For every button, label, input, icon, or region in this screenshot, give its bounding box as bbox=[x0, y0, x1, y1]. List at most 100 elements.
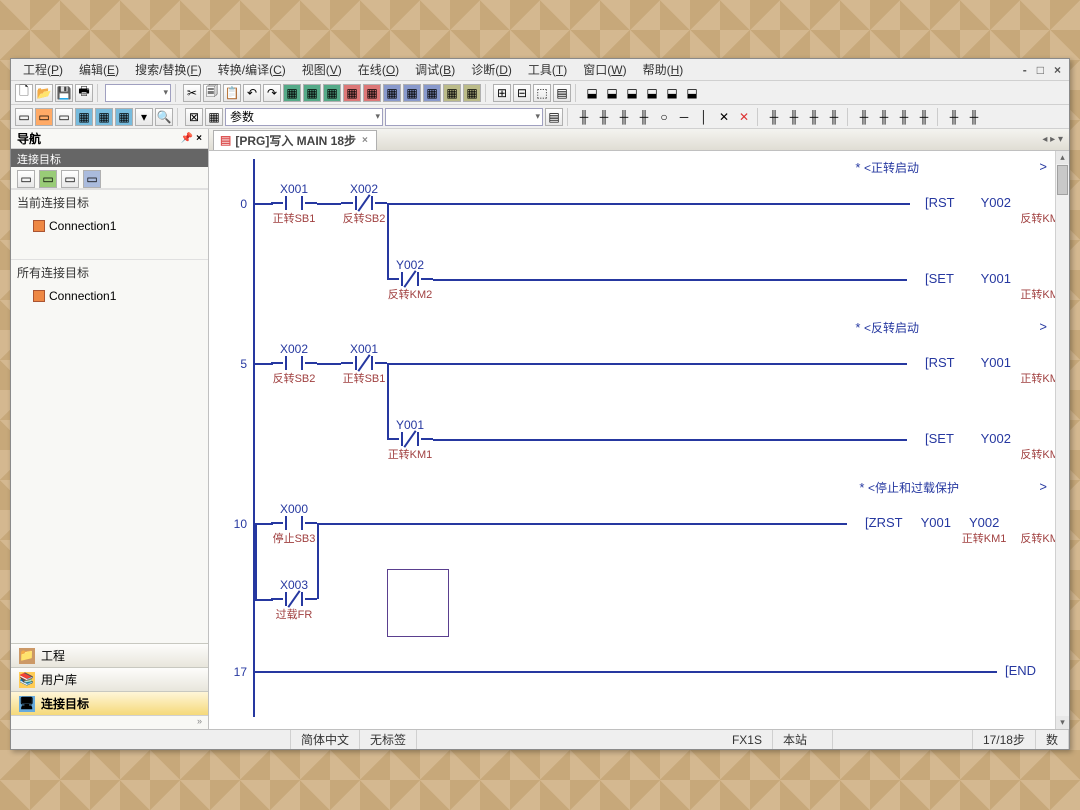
nav-item-connection-current[interactable]: Connection1 bbox=[11, 215, 208, 237]
t2-d-icon[interactable]: ▦ bbox=[75, 108, 93, 126]
open-icon[interactable]: 📂 bbox=[35, 84, 53, 102]
tb-q-icon[interactable]: ⬓ bbox=[623, 84, 641, 102]
undo-icon[interactable]: ↶ bbox=[243, 84, 261, 102]
ladder-editor[interactable]: * <正转启动 > 0 X001 正转SB1 X002 反转SB2 bbox=[209, 151, 1069, 729]
new-icon[interactable]: 🗋 bbox=[15, 84, 33, 102]
tb-c-icon[interactable]: ▦ bbox=[323, 84, 341, 102]
print-icon[interactable]: 🖶 bbox=[75, 84, 93, 102]
tb-a-icon[interactable]: ▦ bbox=[283, 84, 301, 102]
tb-n-icon[interactable]: ▤ bbox=[553, 84, 571, 102]
tb-k-icon[interactable]: ⊞ bbox=[493, 84, 511, 102]
minimize-icon[interactable]: - bbox=[1019, 63, 1031, 77]
contact-x001-nc[interactable]: X001 正转SB1 bbox=[341, 342, 387, 386]
cut-icon[interactable]: ✂ bbox=[183, 84, 201, 102]
tb-o-icon[interactable]: ⬓ bbox=[583, 84, 601, 102]
menu-project[interactable]: 工程(P) bbox=[15, 59, 71, 80]
tb-r-icon[interactable]: ⬓ bbox=[643, 84, 661, 102]
menu-diag[interactable]: 诊断(D) bbox=[463, 59, 520, 80]
ld-sf10-icon[interactable]: ✕ bbox=[735, 108, 753, 126]
tb-s-icon[interactable]: ⬓ bbox=[663, 84, 681, 102]
contact-x000-no[interactable]: X000 停止SB3 bbox=[271, 502, 317, 546]
nav-cat-project[interactable]: 📁 工程 bbox=[11, 643, 208, 667]
nav-cat-connection[interactable]: 🖥 连接目标 bbox=[11, 691, 208, 715]
menu-help[interactable]: 帮助(H) bbox=[635, 59, 692, 80]
tab-close-icon[interactable]: × bbox=[360, 135, 370, 146]
close-icon[interactable]: × bbox=[1050, 63, 1065, 77]
nav-tb-c-icon[interactable]: ▭ bbox=[61, 170, 79, 188]
ld-af7-icon[interactable]: ╫ bbox=[805, 108, 823, 126]
ld-f10-icon[interactable]: ─ bbox=[675, 108, 693, 126]
t2-e-icon[interactable]: ▦ bbox=[95, 108, 113, 126]
out-rst-y001[interactable]: [RSTY001] 正转KM1 bbox=[925, 355, 1065, 386]
save-icon[interactable]: 💾 bbox=[55, 84, 73, 102]
tb-p-icon[interactable]: ⬓ bbox=[603, 84, 621, 102]
contact-x002-nc[interactable]: X002 反转SB2 bbox=[341, 182, 387, 226]
copy-icon[interactable]: 🗐 bbox=[203, 84, 221, 102]
scroll-thumb[interactable] bbox=[1057, 165, 1068, 195]
redo-icon[interactable]: ↷ bbox=[263, 84, 281, 102]
menu-online[interactable]: 在线(O) bbox=[350, 59, 407, 80]
tb-l-icon[interactable]: ⊟ bbox=[513, 84, 531, 102]
tb-t-icon[interactable]: ⬓ bbox=[683, 84, 701, 102]
ld-f9-icon[interactable]: ○ bbox=[655, 108, 673, 126]
tab-main[interactable]: ▤ [PRG]写入 MAIN 18步 × bbox=[213, 130, 377, 150]
t2-i-icon[interactable]: ⊠ bbox=[185, 108, 203, 126]
tb-e-icon[interactable]: ▦ bbox=[363, 84, 381, 102]
t2-j-icon[interactable]: ▦ bbox=[205, 108, 223, 126]
nav-cat-userlib[interactable]: 📚 用户库 bbox=[11, 667, 208, 691]
tb-j-icon[interactable]: ▦ bbox=[463, 84, 481, 102]
param-combo-2[interactable] bbox=[385, 108, 543, 126]
tb-i-icon[interactable]: ▦ bbox=[443, 84, 461, 102]
ld-af6-icon[interactable]: ╫ bbox=[785, 108, 803, 126]
contact-y001-nc[interactable]: Y001 正转KM1 bbox=[387, 418, 433, 462]
out-set-y002[interactable]: [SETY002] 反转KM2 bbox=[925, 431, 1065, 462]
out-rst-y002[interactable]: [RSTY002] 反转KM2 bbox=[925, 195, 1065, 226]
nav-tb-d-icon[interactable]: ▭ bbox=[83, 170, 101, 188]
scrollbar-vertical[interactable]: ▴ ▾ bbox=[1055, 151, 1069, 729]
ld-w-icon[interactable]: ╫ bbox=[915, 108, 933, 126]
out-zrst[interactable]: [ZRSTY001Y002] 正转KM1反转KM2 bbox=[865, 515, 1065, 546]
pin-icon[interactable]: 📌 × bbox=[181, 133, 202, 144]
ld-u-icon[interactable]: ╫ bbox=[945, 108, 963, 126]
scroll-up-icon[interactable]: ▴ bbox=[1056, 151, 1069, 164]
nav-tb-a-icon[interactable]: ▭ bbox=[17, 170, 35, 188]
contact-x003-nc[interactable]: X003 过载FR bbox=[271, 578, 317, 622]
menu-debug[interactable]: 调试(B) bbox=[407, 59, 463, 80]
t2-b-icon[interactable]: ▭ bbox=[35, 108, 53, 126]
contact-x002-no[interactable]: X002 反转SB2 bbox=[271, 342, 317, 386]
menu-search[interactable]: 搜索/替换(F) bbox=[127, 59, 210, 80]
nav-tb-b-icon[interactable]: ▭ bbox=[39, 170, 57, 188]
ld-f5-icon[interactable]: ╫ bbox=[575, 108, 593, 126]
t2-c-icon[interactable]: ▭ bbox=[55, 108, 73, 126]
ld-f8-icon[interactable]: ╫ bbox=[635, 108, 653, 126]
tb-d-icon[interactable]: ▦ bbox=[343, 84, 361, 102]
ld-sf9-icon[interactable]: ✕ bbox=[715, 108, 733, 126]
tb-b-icon[interactable]: ▦ bbox=[303, 84, 321, 102]
ld-sf5-icon[interactable]: │ bbox=[695, 108, 713, 126]
tb-f-icon[interactable]: ▦ bbox=[383, 84, 401, 102]
menu-compile[interactable]: 转换/编译(C) bbox=[210, 59, 294, 80]
t2-a-icon[interactable]: ▭ bbox=[15, 108, 33, 126]
t2-f-icon[interactable]: ▦ bbox=[115, 108, 133, 126]
nav-expand-icon[interactable]: » bbox=[11, 715, 208, 729]
nav-item-connection-all[interactable]: Connection1 bbox=[11, 285, 208, 307]
out-set-y001[interactable]: [SETY001] 正转KM1 bbox=[925, 271, 1065, 302]
menu-tools[interactable]: 工具(T) bbox=[520, 59, 575, 80]
tab-nav[interactable]: ◂ ▸ ▾ bbox=[1042, 134, 1069, 145]
menu-edit[interactable]: 编辑(E) bbox=[71, 59, 127, 80]
contact-y002-nc[interactable]: Y002 反转KM2 bbox=[387, 258, 433, 302]
t2-k-icon[interactable]: ▤ bbox=[545, 108, 563, 126]
param-combo[interactable]: 参数 bbox=[225, 108, 383, 126]
tb-m-icon[interactable]: ⬚ bbox=[533, 84, 551, 102]
ld-af5-icon[interactable]: ╫ bbox=[765, 108, 783, 126]
t2-g-icon[interactable]: ▾ bbox=[135, 108, 153, 126]
zoom-combo[interactable] bbox=[105, 84, 171, 102]
ld-f7-icon[interactable]: ╫ bbox=[615, 108, 633, 126]
menu-window[interactable]: 窗口(W) bbox=[575, 59, 634, 80]
tb-h-icon[interactable]: ▦ bbox=[423, 84, 441, 102]
ld-af8-icon[interactable]: ╫ bbox=[825, 108, 843, 126]
ld-z-icon[interactable]: ╫ bbox=[895, 108, 913, 126]
restore-icon[interactable]: □ bbox=[1033, 63, 1048, 77]
t2-h-icon[interactable]: 🔍 bbox=[155, 108, 173, 126]
paste-icon[interactable]: 📋 bbox=[223, 84, 241, 102]
